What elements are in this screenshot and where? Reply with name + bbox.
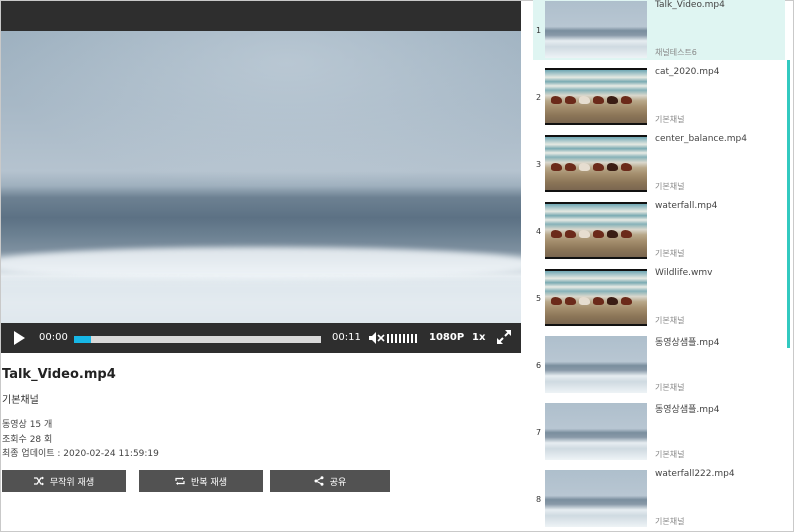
share-label: 공유 [329, 477, 347, 488]
repeat-label: 반복 재생 [191, 477, 227, 488]
thumbnail-horses [551, 293, 641, 311]
playlist-item[interactable]: 8 waterfall222.mp4 기본채널 [533, 469, 785, 529]
video-count: 동영상 15 개 [2, 420, 53, 430]
playlist-item[interactable]: 2 cat_2020.mp4 기본채널 [533, 67, 785, 127]
video-title: Talk_Video.mp4 [2, 367, 116, 382]
repeat-icon [175, 477, 185, 485]
playlist-scrollbar[interactable] [787, 60, 790, 348]
playlist-thumbnail[interactable] [545, 68, 647, 125]
play-icon[interactable] [14, 331, 25, 345]
playlist-item[interactable]: 5 Wildlife.wmv 기본채널 [533, 268, 785, 328]
playlist-item[interactable]: 6 동영상샘플.mp4 기본채널 [533, 335, 785, 395]
video-player: 00:00 00:11 1080P 1x [1, 1, 521, 353]
thumbnail-horses [551, 226, 641, 244]
shuffle-icon [33, 476, 44, 486]
playlist-item-number: 2 [536, 93, 542, 102]
duration: 00:11 [332, 332, 361, 343]
playlist-thumbnail[interactable] [545, 269, 647, 326]
playlist-thumbnail[interactable] [545, 202, 647, 259]
thumbnail-horses [551, 92, 641, 110]
player-controls: 00:00 00:11 1080P 1x [1, 323, 521, 353]
shuffle-label: 무작위 재생 [49, 477, 95, 488]
playlist-item-number: 6 [536, 361, 542, 370]
last-update: 최종 업데이트 : 2020-02-24 11:59:19 [2, 449, 159, 459]
playlist-item-channel: 채널테스트6 [655, 48, 697, 57]
playlist-item-channel: 기본채널 [655, 316, 685, 325]
playlist-item-title: cat_2020.mp4 [655, 67, 720, 77]
thumbnail-horses [551, 159, 641, 177]
playlist-item-channel: 기본채널 [655, 182, 685, 191]
playlist-item-number: 8 [536, 495, 542, 504]
playlist-item[interactable]: 7 동영상샘플.mp4 기본채널 [533, 402, 785, 462]
seek-bar[interactable] [74, 336, 321, 343]
playlist-item-channel: 기본채널 [655, 115, 685, 124]
playlist-thumbnail[interactable] [545, 403, 647, 460]
video-frame[interactable] [1, 31, 521, 323]
playlist-item-title: Wildlife.wmv [655, 268, 713, 278]
seek-progress [74, 336, 92, 343]
playlist-thumbnail[interactable] [545, 1, 647, 58]
playlist-item-number: 5 [536, 294, 542, 303]
playlist-item-number: 3 [536, 160, 542, 169]
playlist-item-channel: 기본채널 [655, 450, 685, 459]
fullscreen-icon[interactable] [497, 330, 511, 344]
playlist-item-title: center_balance.mp4 [655, 134, 747, 144]
playlist-item[interactable]: 1 Talk_Video.mp4 채널테스트6 [533, 0, 785, 60]
volume-slider[interactable] [387, 334, 417, 343]
video-wave-foam [1, 247, 521, 281]
playlist-item[interactable]: 3 center_balance.mp4 기본채널 [533, 134, 785, 194]
playlist-item-channel: 기본채널 [655, 383, 685, 392]
share-icon [314, 476, 324, 486]
repeat-button[interactable]: 반복 재생 [139, 470, 263, 492]
share-button[interactable]: 공유 [270, 470, 390, 492]
playlist-item-title: waterfall.mp4 [655, 201, 718, 211]
mute-icon[interactable] [369, 332, 385, 344]
playlist-thumbnail[interactable] [545, 135, 647, 192]
playlist-item-channel: 기본채널 [655, 517, 685, 526]
speed-button[interactable]: 1x [472, 332, 485, 343]
playlist-item-number: 7 [536, 428, 542, 437]
view-count: 조회수 28 회 [2, 435, 53, 445]
playlist-thumbnail[interactable] [545, 470, 647, 527]
video-wave-foam-front [1, 279, 521, 323]
quality-button[interactable]: 1080P [429, 332, 464, 343]
current-time: 00:00 [39, 332, 68, 343]
playlist-item-number: 1 [536, 26, 542, 35]
playlist-thumbnail[interactable] [545, 336, 647, 393]
shuffle-button[interactable]: 무작위 재생 [2, 470, 126, 492]
playlist-item-title: Talk_Video.mp4 [655, 0, 725, 10]
playlist-item-title: 동영상샘플.mp4 [655, 405, 720, 415]
playlist: 1 Talk_Video.mp4 채널테스트6 2 cat_2020.mp4 기본채널 3 c… [533, 0, 785, 532]
playlist-item-title: waterfall222.mp4 [655, 469, 735, 479]
video-sky [1, 31, 521, 192]
channel-name[interactable]: 기본채널 [2, 391, 39, 406]
playlist-item-title: 동영상샘플.mp4 [655, 338, 720, 348]
playlist-item[interactable]: 4 waterfall.mp4 기본채널 [533, 201, 785, 261]
playlist-item-channel: 기본채널 [655, 249, 685, 258]
playlist-item-number: 4 [536, 227, 542, 236]
